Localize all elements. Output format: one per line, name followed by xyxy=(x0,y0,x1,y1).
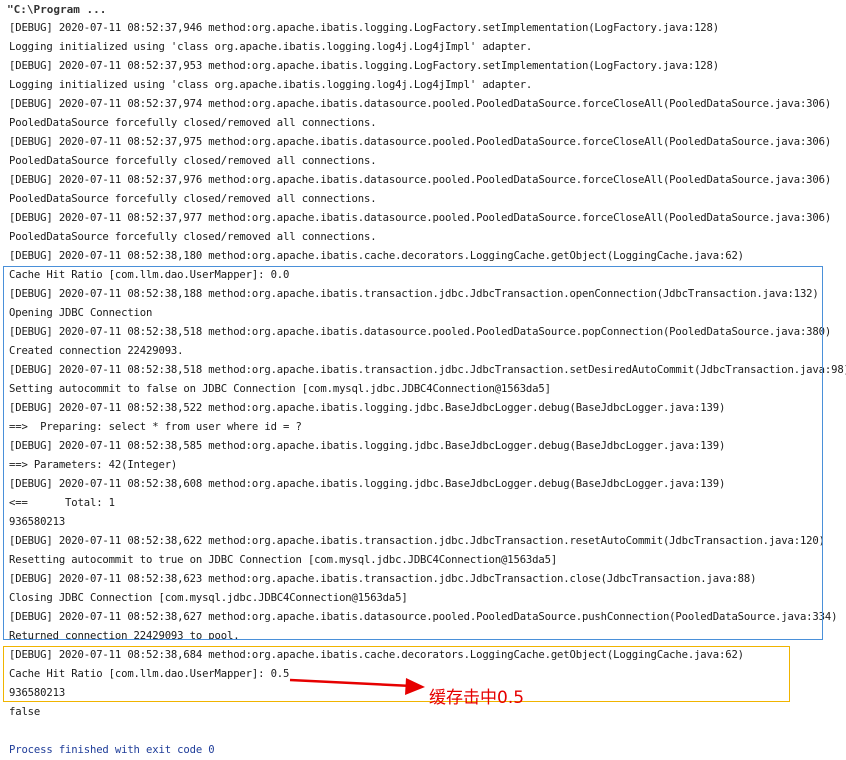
annotation-arrow-icon xyxy=(289,678,425,695)
console-output[interactable]: "C:\Program ... [DEBUG] 2020-07-11 08:52… xyxy=(0,0,846,758)
annotation-label: 缓存击中0.5 xyxy=(429,688,525,708)
